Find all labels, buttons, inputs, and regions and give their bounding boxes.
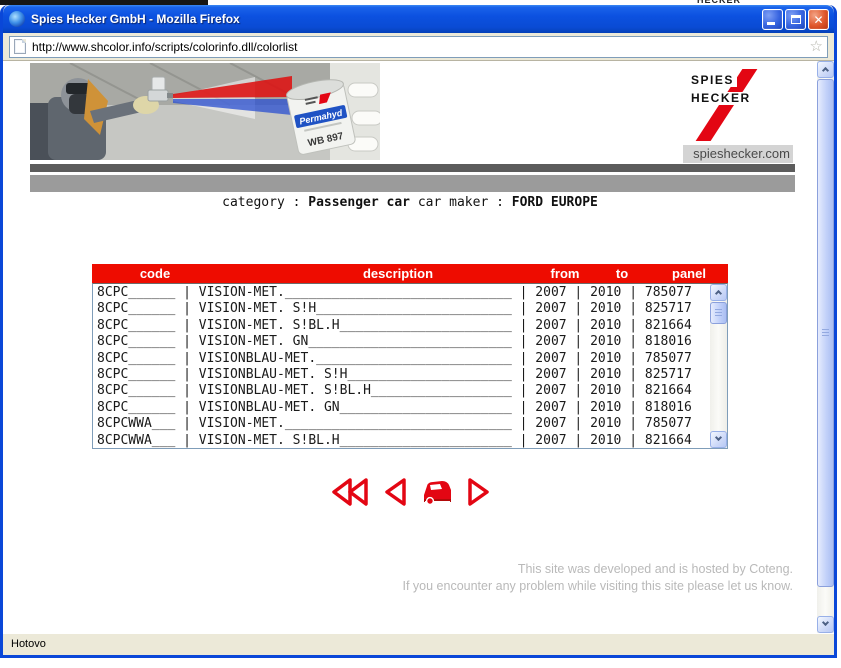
minimize-button[interactable] (762, 9, 783, 30)
category-value: Passenger car (308, 195, 410, 210)
maker-label: car maker : (410, 195, 512, 210)
table-row[interactable]: 8CPC______ | VISIONBLAU-MET. S!BL.H_____… (97, 383, 710, 399)
banner-photo-art: Permahyd WB 897 (30, 63, 380, 160)
table-scroll-up-button[interactable] (710, 284, 727, 301)
footer-line-2: If you encounter any problem while visit… (403, 578, 794, 595)
browser-window: Spies Hecker GmbH - Mozilla Firefox ✕ ht… (0, 5, 837, 658)
table-body: 8CPC______ | VISION-MET.________________… (92, 283, 728, 449)
logo-text-bottom: HECKER (691, 92, 754, 105)
spies-hecker-logo: SPIES HECKER (691, 71, 775, 139)
minimize-icon (767, 22, 775, 25)
table-header: code description from to panel (92, 264, 728, 283)
table-row[interactable]: 8CPCWWA___ | VISION-MET.________________… (97, 416, 710, 432)
car-list-button[interactable] (421, 477, 453, 507)
page-viewport: Permahyd WB 897 SPIES HECKER spieshecker… (3, 61, 834, 633)
chevron-up-icon (822, 67, 829, 74)
page-content: Permahyd WB 897 SPIES HECKER spieshecker… (3, 61, 817, 633)
footer-note: This site was developed and is hosted by… (403, 561, 794, 595)
close-icon: ✕ (809, 12, 828, 28)
status-text: Hotovo (11, 638, 46, 650)
table-row[interactable]: 8CPC______ | VISION-MET. S!H____________… (97, 301, 710, 317)
location-toolbar: http://www.shcolor.info/scripts/colorinf… (3, 33, 834, 61)
close-button[interactable]: ✕ (808, 9, 829, 30)
site-label: spieshecker.com (683, 145, 793, 163)
scroll-up-button[interactable] (817, 61, 834, 78)
header-from: from (551, 266, 580, 281)
footer-line-1: This site was developed and is hosted by… (403, 561, 794, 578)
chevron-down-icon (715, 434, 722, 441)
screen: HECKER Spies Hecker GmbH - Mozilla Firef… (0, 0, 841, 668)
header-to: to (616, 266, 628, 281)
maker-value: FORD EUROPE (512, 195, 598, 210)
table-row[interactable]: 8CPC______ | VISION-MET. S!BL.H_________… (97, 318, 710, 334)
category-line: category : Passenger car car maker : FOR… (3, 195, 817, 210)
table-row[interactable]: 8CPC______ | VISION-MET. GN_____________… (97, 334, 710, 350)
scroll-down-button[interactable] (817, 616, 834, 633)
status-bar: Hotovo (3, 633, 834, 655)
table-row[interactable]: 8CPC______ | VISIONBLAU-MET.____________… (97, 351, 710, 367)
banner-photo: Permahyd WB 897 (30, 63, 380, 160)
logo-text-top: SPIES (691, 74, 737, 87)
url-input[interactable]: http://www.shcolor.info/scripts/colorinf… (9, 36, 828, 58)
table-row[interactable]: 8CPC______ | VISIONBLAU-MET. S!H________… (97, 367, 710, 383)
bookmark-star-icon[interactable]: ☆ (810, 39, 823, 54)
firefox-icon (9, 11, 25, 27)
chevron-up-icon (715, 290, 722, 297)
divider-bar-gray (30, 175, 795, 192)
browser-scrollbar[interactable] (817, 61, 834, 633)
page-icon (14, 39, 26, 54)
table-rows: 8CPC______ | VISION-MET.________________… (93, 284, 710, 448)
header-panel: panel (672, 266, 706, 281)
table-scrollbar-thumb[interactable] (710, 302, 727, 324)
category-label: category : (222, 195, 308, 210)
table-scroll-down-button[interactable] (710, 431, 727, 448)
maximize-button[interactable] (785, 9, 806, 30)
window-title: Spies Hecker GmbH - Mozilla Firefox (31, 12, 762, 26)
table-row[interactable]: 8CPC______ | VISIONBLAU-MET. GN_________… (97, 400, 710, 416)
table-row[interactable]: 8CPCWWA___ | VISION-MET. S!BL.H_________… (97, 433, 710, 448)
previous-page-button[interactable] (382, 476, 408, 508)
pagination-nav (3, 476, 817, 508)
table-scrollbar[interactable] (710, 284, 727, 448)
url-text: http://www.shcolor.info/scripts/colorinf… (32, 40, 806, 54)
first-page-button[interactable] (329, 476, 369, 508)
next-page-button[interactable] (466, 476, 492, 508)
divider-bar-dark (30, 164, 795, 172)
header-description: description (363, 266, 433, 281)
maximize-icon (791, 15, 801, 24)
title-bar[interactable]: Spies Hecker GmbH - Mozilla Firefox ✕ (3, 5, 834, 33)
table-row[interactable]: 8CPC______ | VISION-MET.________________… (97, 285, 710, 301)
chevron-down-icon (822, 619, 829, 626)
scrollbar-thumb[interactable] (817, 79, 834, 587)
header-code: code (140, 266, 170, 281)
color-table: code description from to panel 8CPC_____… (92, 264, 728, 449)
